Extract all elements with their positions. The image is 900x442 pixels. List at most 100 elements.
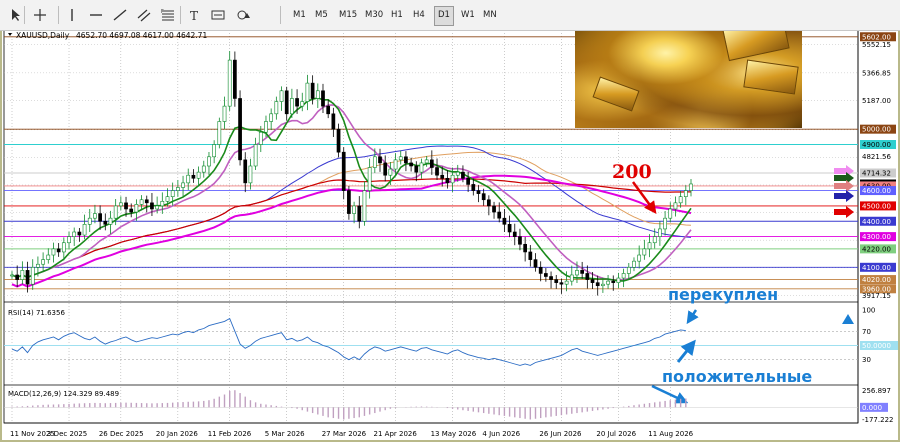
candle-body [445,177,450,184]
candle-body [347,190,351,214]
price-level-label: 4100.00 [862,264,891,272]
candle-body [160,201,165,207]
timeframe-h1[interactable]: H1 [388,6,406,24]
toolbar-separator [58,6,59,24]
candle-body [621,273,626,279]
candle-body [144,199,149,204]
candle-body [435,167,439,176]
trendline-icon[interactable] [112,7,128,23]
toolbar-separator [180,6,181,24]
candle-body [507,224,512,233]
timeframe-m5[interactable]: M5 [312,6,331,24]
macd-tick-label: 0.000 [862,404,882,412]
candle-body [93,213,97,219]
timeframe-m30[interactable]: M30 [362,6,386,24]
vertical-line-icon[interactable] [64,7,80,23]
crosshair-icon[interactable] [32,7,48,23]
timeframe-h4[interactable]: H4 [410,6,428,24]
price-level-label: 4220.00 [862,245,891,253]
y-tick-label: 4821.56 [862,153,891,161]
candle-body [25,270,30,285]
candle-body [357,205,362,222]
candle-body [404,156,408,164]
candle-body [82,224,87,236]
candle-body [466,177,470,185]
fibonacci-icon[interactable]: F [160,7,176,23]
candle-body [492,205,496,213]
candle-body [658,228,662,237]
candle-body [284,90,289,115]
candle-body [528,251,533,260]
candle-body [595,282,600,287]
candle-body [321,90,325,107]
timeframe-mn[interactable]: MN [480,6,500,24]
toolbar-separator [24,6,25,24]
candle-body [165,196,170,202]
cursor-icon[interactable] [8,7,24,23]
candle-body [51,248,56,256]
candle-body [201,165,206,173]
candle-body [222,105,227,122]
candle-body [36,263,40,268]
candle-body [269,113,274,122]
x-tick-label: 13 May 2026 [431,430,477,438]
candle-body [176,187,180,191]
svg-text:F: F [161,9,164,15]
candle-body [186,174,191,184]
candle-body [243,159,248,184]
candle-body [352,205,356,214]
candle-body [554,279,559,283]
candle-body [564,280,569,285]
candle-body [606,280,610,285]
candle-body [398,156,403,161]
channel-icon[interactable] [136,7,152,23]
price-level-label: 4714.32 [862,170,891,178]
candle-body [217,121,222,145]
horizontal-line-icon[interactable] [88,7,104,23]
candle-body [170,190,175,197]
candle-body [419,162,424,173]
candle-body [98,213,102,222]
candle-body [103,220,108,225]
shapes-icon[interactable] [236,7,252,23]
candle-body [668,208,673,219]
candle-body [41,259,45,265]
label-icon[interactable] [210,7,226,23]
timeframe-m15[interactable]: M15 [336,6,360,24]
timeframe-d1[interactable]: D1 [434,6,454,26]
candle-body [362,190,367,222]
price-level-label: 4500.00 [862,202,891,210]
candle-body [378,156,382,164]
rsi-title: RSI(14) 71.6356 [8,309,65,317]
price-level-label: 4900.00 [862,141,891,149]
candle-body [108,217,113,225]
y-tick-label: 3917.15 [862,292,891,300]
timeframe-m1[interactable]: M1 [290,6,309,24]
annotation-200: 200 [612,161,652,183]
candle-body [15,274,20,280]
y-tick-label: 5366.85 [862,69,891,77]
annotation-overbought: перекуплен [668,285,778,304]
timeframe-w1[interactable]: W1 [458,6,478,24]
candle-body [61,242,66,253]
candle-body [678,196,683,204]
candle-body [300,101,305,107]
price-level-label: 4400.00 [862,218,891,226]
candle-body [30,267,35,285]
candle-body [502,217,507,225]
candle-body [559,282,564,285]
candle-body [87,217,92,225]
rsi-tick-label: 70 [862,328,871,336]
text-icon[interactable]: T [186,7,202,23]
macd-title: MACD(12,26,9) 124.329 89.489 [8,390,119,398]
candle-body [575,270,579,276]
candle-body [626,267,631,274]
macd-tick-label: 256.897 [862,387,891,395]
candle-body [440,174,445,179]
candle-body [673,202,678,210]
ohlc-readout: 4652.70 4697.08 4617.00 4642.71 [76,31,207,40]
candle-body [181,182,185,188]
candle-body [471,184,476,191]
candle-body [461,171,465,179]
candle-body [637,254,642,262]
